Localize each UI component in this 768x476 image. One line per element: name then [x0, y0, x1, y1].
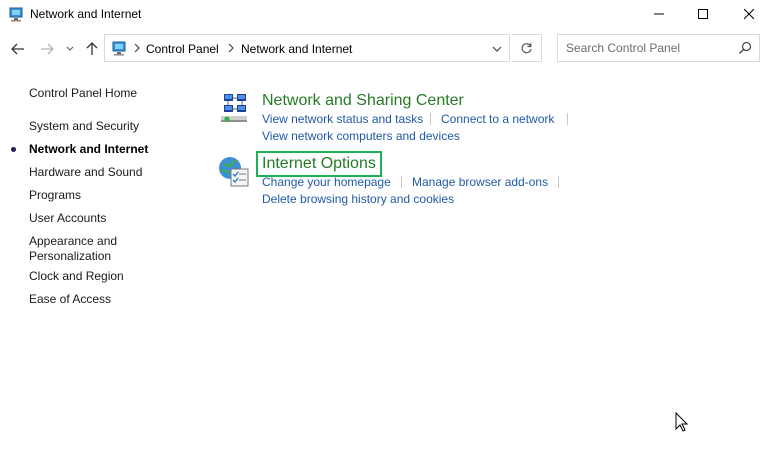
network-sharing-center-link[interactable]: Network and Sharing Center — [262, 92, 464, 110]
active-indicator — [11, 147, 16, 152]
delete-browsing-history-link[interactable]: Delete browsing history and cookies — [262, 192, 454, 206]
window-title: Network and Internet — [30, 7, 142, 21]
sidebar-item-system-and-security[interactable]: System and Security — [29, 119, 139, 134]
arrow-right-icon — [41, 43, 54, 55]
chevron-down-icon — [492, 46, 502, 52]
sidebar-item-ease-of-access[interactable]: Ease of Access — [29, 292, 111, 307]
navigation-bar: Control Panel Network and Internet — [0, 34, 768, 64]
mouse-pointer-icon — [675, 412, 689, 432]
task-divider — [430, 113, 431, 125]
sidebar-item-programs[interactable]: Programs — [29, 188, 81, 203]
address-dropdown-button[interactable] — [488, 39, 506, 59]
connect-to-network-link[interactable]: Connect to a network — [441, 112, 554, 126]
breadcrumb-network-and-internet[interactable]: Network and Internet — [241, 42, 352, 56]
sidebar-item-user-accounts[interactable]: User Accounts — [29, 211, 106, 226]
task-divider — [401, 176, 402, 188]
arrow-left-icon — [11, 43, 24, 55]
chevron-right-icon[interactable] — [133, 43, 141, 53]
manage-browser-addons-link[interactable]: Manage browser add-ons — [412, 175, 548, 189]
minimize-icon — [654, 13, 664, 15]
control-panel-icon — [9, 7, 23, 22]
refresh-icon — [521, 42, 532, 53]
forward-button[interactable] — [37, 38, 57, 60]
view-network-computers-link[interactable]: View network computers and devices — [262, 129, 460, 143]
sidebar-item-appearance-and-personalization-line2[interactable]: Personalization — [29, 249, 111, 264]
arrow-up-icon — [86, 42, 98, 55]
address-bar[interactable]: Control Panel Network and Internet — [104, 34, 510, 62]
task-divider — [558, 176, 559, 188]
chevron-right-icon[interactable] — [227, 43, 235, 53]
up-button[interactable] — [82, 38, 102, 60]
title-bar: Network and Internet — [0, 0, 768, 28]
recent-locations-button[interactable] — [62, 38, 78, 60]
search-input[interactable] — [558, 35, 741, 61]
sidebar-item-clock-and-region[interactable]: Clock and Region — [29, 269, 124, 284]
close-icon — [744, 9, 754, 19]
search-icon[interactable] — [738, 41, 752, 55]
control-panel-icon — [112, 41, 126, 56]
maximize-icon — [698, 9, 708, 19]
sidebar-control-panel-home[interactable]: Control Panel Home — [29, 86, 137, 101]
refresh-button[interactable] — [512, 34, 542, 62]
sidebar-item-hardware-and-sound[interactable]: Hardware and Sound — [29, 165, 142, 180]
sidebar-item-appearance-and-personalization[interactable]: Appearance and — [29, 234, 117, 249]
network-sharing-center-icon[interactable] — [218, 92, 252, 126]
sidebar-item-network-and-internet[interactable]: Network and Internet — [29, 142, 148, 157]
view-network-status-link[interactable]: View network status and tasks — [262, 112, 423, 126]
task-divider — [567, 113, 568, 125]
close-button[interactable] — [726, 0, 768, 28]
internet-options-icon[interactable] — [217, 155, 251, 189]
breadcrumb-control-panel[interactable]: Control Panel — [146, 42, 219, 56]
back-button[interactable] — [8, 38, 28, 60]
search-box[interactable] — [557, 34, 760, 62]
change-homepage-link[interactable]: Change your homepage — [262, 175, 391, 189]
chevron-down-icon — [66, 46, 74, 51]
minimize-button[interactable] — [636, 0, 682, 28]
internet-options-link[interactable]: Internet Options — [256, 151, 382, 177]
maximize-button[interactable] — [680, 0, 726, 28]
